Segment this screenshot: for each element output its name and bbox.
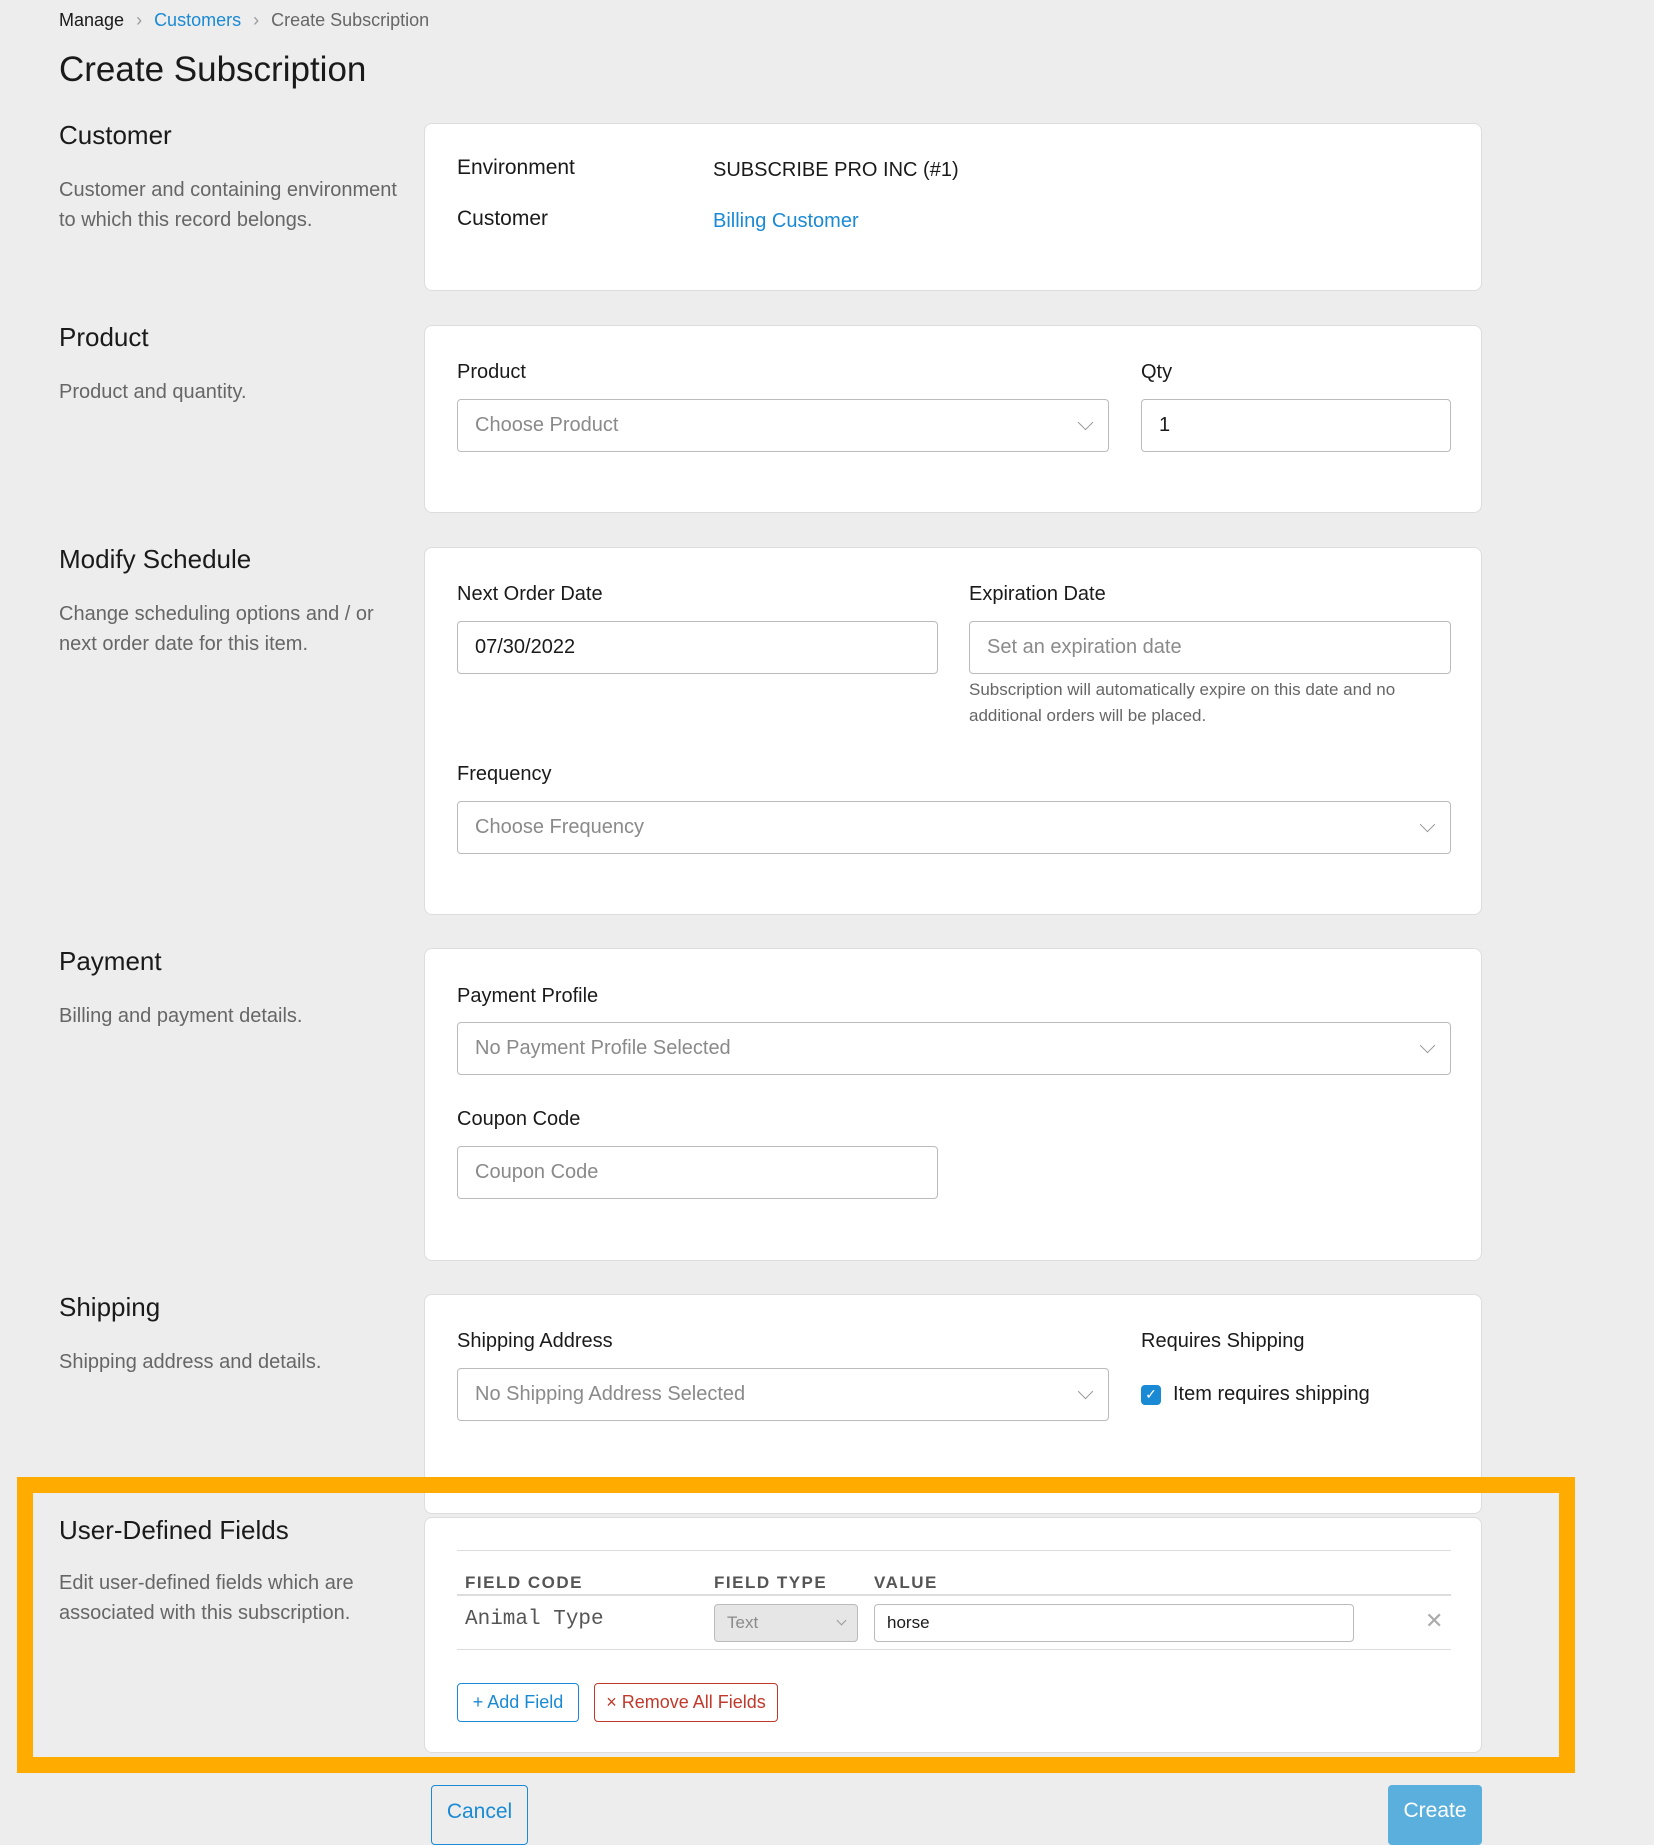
requires-shipping-label: Requires Shipping bbox=[1141, 1330, 1305, 1352]
header-field-type: FIELD TYPE bbox=[714, 1573, 828, 1592]
product-card: Product Choose Product Qty 1 bbox=[424, 325, 1482, 513]
section-desc-payment: Billing and payment details. bbox=[59, 1005, 303, 1027]
cancel-button[interactable]: Cancel bbox=[431, 1785, 528, 1845]
product-select[interactable]: Choose Product bbox=[457, 399, 1109, 452]
section-title-udf: User-Defined Fields bbox=[59, 1515, 289, 1545]
shipping-address-select[interactable]: No Shipping Address Selected bbox=[457, 1368, 1109, 1421]
customer-label: Customer bbox=[457, 207, 549, 230]
coupon-code-label: Coupon Code bbox=[457, 1108, 581, 1130]
expiration-help: Subscription will automatically expire o… bbox=[969, 680, 1396, 725]
field-type-select: Text bbox=[714, 1604, 858, 1642]
section-title-customer: Customer bbox=[59, 120, 172, 150]
frequency-placeholder: Choose Frequency bbox=[475, 816, 644, 838]
field-value-text: horse bbox=[887, 1613, 930, 1632]
chevron-down-icon bbox=[1077, 414, 1094, 431]
section-title-product: Product bbox=[59, 322, 149, 352]
customer-link[interactable]: Billing Customer bbox=[713, 210, 859, 233]
expiration-date-input[interactable]: Set an expiration date bbox=[969, 621, 1451, 674]
requires-shipping-text: Item requires shipping bbox=[1173, 1383, 1370, 1405]
environment-label: Environment bbox=[457, 156, 575, 179]
section-desc-schedule: Change scheduling options and / or next … bbox=[59, 603, 374, 655]
udf-card: FIELD CODE FIELD TYPE VALUE Animal Type … bbox=[424, 1517, 1482, 1753]
coupon-placeholder: Coupon Code bbox=[475, 1161, 599, 1183]
section-title-schedule: Modify Schedule bbox=[59, 544, 252, 574]
chevron-down-icon bbox=[1419, 1037, 1436, 1054]
chevron-right-icon: › bbox=[136, 10, 143, 30]
section-desc-product: Product and quantity. bbox=[59, 381, 247, 403]
product-label: Product bbox=[457, 361, 526, 383]
breadcrumb-customers[interactable]: Customers bbox=[154, 10, 241, 31]
breadcrumb: Manage › Customers › Create Subscription bbox=[59, 10, 429, 31]
field-type-value: Text bbox=[727, 1613, 759, 1632]
shipping-address-placeholder: No Shipping Address Selected bbox=[475, 1383, 746, 1405]
chevron-down-icon bbox=[1077, 1383, 1094, 1400]
customer-card: Environment SUBSCRIBE PRO INC (#1) Custo… bbox=[424, 123, 1482, 291]
section-title-shipping: Shipping bbox=[59, 1292, 161, 1322]
page-title: Create Subscription bbox=[59, 50, 367, 89]
chevron-down-icon bbox=[1419, 816, 1436, 833]
environment-value: SUBSCRIBE PRO INC (#1) bbox=[713, 159, 959, 181]
table-top-divider bbox=[457, 1550, 1451, 1551]
chevron-down-icon bbox=[836, 1615, 847, 1625]
next-order-date-value: 07/30/2022 bbox=[475, 636, 576, 658]
qty-label: Qty bbox=[1141, 361, 1173, 383]
payment-profile-placeholder: No Payment Profile Selected bbox=[475, 1037, 731, 1059]
header-field-code: FIELD CODE bbox=[465, 1573, 583, 1592]
header-divider bbox=[457, 1594, 1451, 1596]
breadcrumb-current: Create Subscription bbox=[271, 10, 430, 30]
expiration-placeholder: Set an expiration date bbox=[987, 636, 1182, 658]
qty-value: 1 bbox=[1159, 414, 1171, 436]
product-placeholder: Choose Product bbox=[475, 414, 619, 436]
section-desc-udf: Edit user-defined fields which are assoc… bbox=[59, 1572, 354, 1624]
remove-all-fields-button[interactable]: × Remove All Fields bbox=[594, 1683, 778, 1722]
schedule-card: Next Order Date 07/30/2022 Expiration Da… bbox=[424, 547, 1482, 915]
field-code-cell: Animal Type bbox=[465, 1608, 604, 1631]
payment-profile-select[interactable]: No Payment Profile Selected bbox=[457, 1022, 1451, 1075]
frequency-label: Frequency bbox=[457, 763, 552, 785]
header-value: VALUE bbox=[874, 1573, 938, 1592]
next-order-date-input[interactable]: 07/30/2022 bbox=[457, 621, 938, 674]
field-value-input[interactable]: horse bbox=[874, 1604, 1354, 1642]
create-button[interactable]: Create bbox=[1388, 1785, 1482, 1845]
checkbox-checked-icon[interactable]: ✓ bbox=[1141, 1384, 1161, 1405]
row-divider bbox=[457, 1649, 1451, 1650]
section-desc-shipping: Shipping address and details. bbox=[59, 1351, 322, 1373]
requires-shipping-checkbox[interactable]: ✓ Item requires shipping bbox=[1141, 1383, 1370, 1406]
coupon-code-input[interactable]: Coupon Code bbox=[457, 1146, 938, 1199]
payment-profile-label: Payment Profile bbox=[457, 985, 599, 1007]
section-title-payment: Payment bbox=[59, 946, 162, 976]
section-desc-customer: Customer and containing environment to w… bbox=[59, 179, 397, 231]
chevron-right-icon: › bbox=[253, 10, 260, 30]
add-field-button[interactable]: + Add Field bbox=[457, 1683, 579, 1722]
remove-row-icon[interactable]: ✕ bbox=[1425, 1608, 1443, 1634]
breadcrumb-manage[interactable]: Manage bbox=[59, 10, 124, 31]
payment-card: Payment Profile No Payment Profile Selec… bbox=[424, 948, 1482, 1261]
frequency-select[interactable]: Choose Frequency bbox=[457, 801, 1451, 854]
qty-input[interactable]: 1 bbox=[1141, 399, 1451, 452]
next-order-date-label: Next Order Date bbox=[457, 583, 603, 605]
shipping-address-label: Shipping Address bbox=[457, 1330, 613, 1352]
expiration-date-label: Expiration Date bbox=[969, 583, 1106, 605]
